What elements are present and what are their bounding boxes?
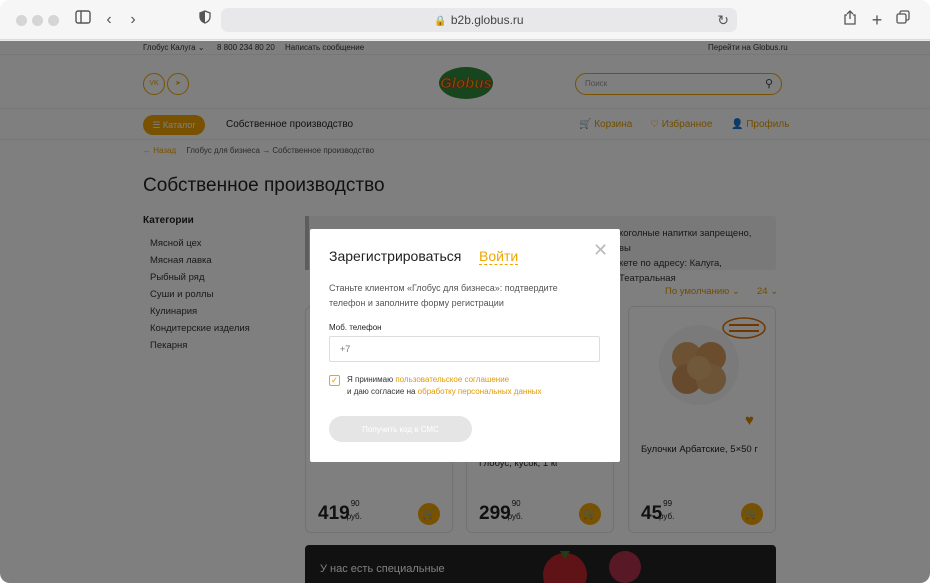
window-minimize-dot[interactable] [32, 15, 43, 26]
tabs-overview-icon[interactable] [895, 10, 911, 30]
login-tab[interactable]: Войти [479, 248, 519, 265]
back-icon[interactable]: ‹ [102, 10, 116, 30]
registration-modal: Зарегистрироваться Войти ✕ Станьте клиен… [310, 229, 620, 462]
get-sms-code-button[interactable]: Получить код в СМС [329, 416, 472, 442]
new-tab-icon[interactable]: + [869, 10, 885, 30]
phone-input[interactable] [329, 336, 600, 362]
user-agreement-link[interactable]: пользовательское соглашение [395, 375, 509, 384]
window-close-dot[interactable] [16, 15, 27, 26]
sidebar-icon[interactable] [74, 10, 92, 30]
close-icon[interactable]: ✕ [593, 241, 608, 259]
modal-description: Станьте клиентом «Глобус для бизнеса»: п… [329, 283, 558, 308]
url-text: b2b.globus.ru [450, 13, 524, 27]
forward-icon[interactable]: › [126, 10, 140, 30]
phone-label: Моб. телефон [329, 323, 382, 332]
personal-data-link[interactable]: обработку персональных данных [418, 387, 542, 396]
browser-window: ‹ › 🔒b2b.globus.ru ↻ + Глобус Калуга ⌄ 8… [0, 0, 930, 583]
lock-icon: 🔒 [434, 16, 447, 27]
modal-title[interactable]: Зарегистрироваться [329, 248, 461, 264]
shield-icon[interactable] [198, 10, 212, 30]
reload-icon[interactable]: ↻ [717, 8, 729, 32]
share-icon[interactable] [842, 10, 858, 30]
agree-text: Я принимаю пользовательское соглашение и… [347, 375, 542, 396]
address-bar[interactable]: 🔒 b2b.globus.ru ↻ [221, 8, 737, 32]
window-zoom-dot[interactable] [48, 15, 59, 26]
browser-toolbar: ‹ › 🔒 b2b.globus.ru ↻ + [0, 0, 930, 40]
agree-checkbox[interactable]: ✓ [329, 375, 340, 386]
